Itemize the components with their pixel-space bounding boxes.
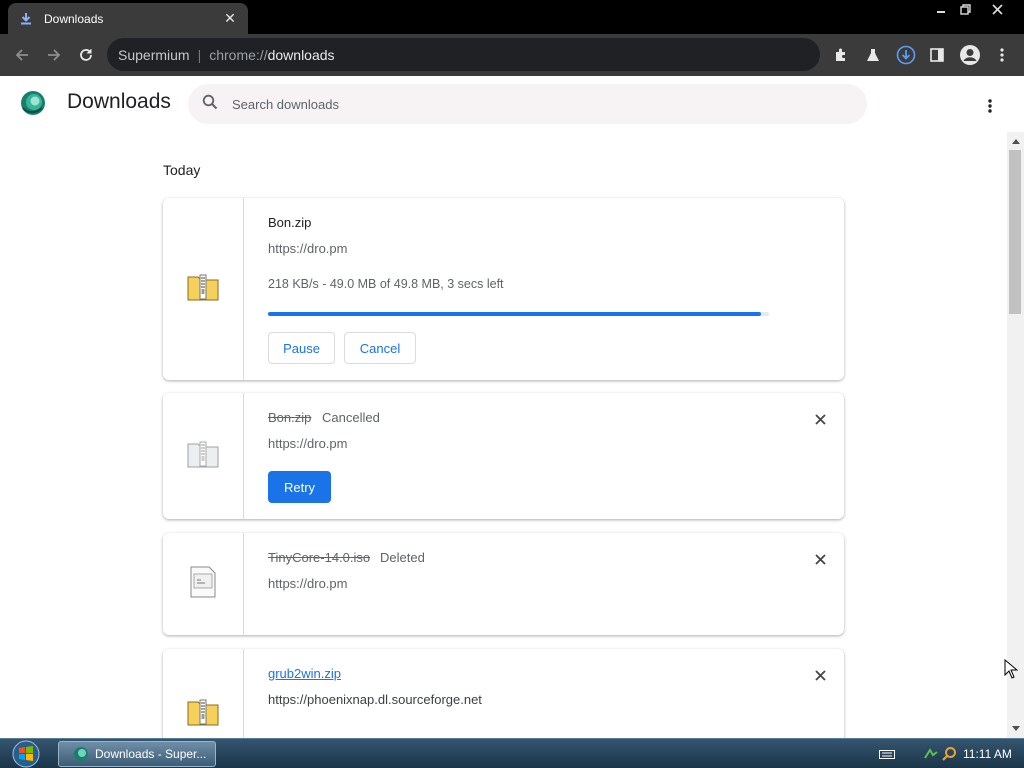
zip-folder-icon	[187, 273, 219, 306]
download-status: Deleted	[380, 550, 425, 565]
page-title: Downloads	[67, 90, 171, 113]
download-item-in-progress: Bon.zip https://dro.pm 218 KB/s - 49.0 M…	[163, 198, 844, 380]
download-item-completed: grub2win.zip https://phoenixnap.dl.sourc…	[163, 649, 844, 738]
title-bar: Downloads ✕	[0, 0, 1024, 34]
taskbar-button-downloads[interactable]: Downloads - Super...	[58, 741, 216, 767]
download-progress-fill	[268, 312, 761, 316]
disc-image-file-icon	[189, 566, 217, 603]
side-panel-icon[interactable]	[921, 34, 953, 76]
file-icon-column	[163, 533, 244, 635]
restore-button[interactable]	[950, 0, 980, 18]
download-source-url[interactable]: https://phoenixnap.dl.sourceforge.net	[268, 692, 482, 707]
remove-item-close-icon[interactable]	[810, 409, 830, 429]
download-item-cancelled: Bon.zip Cancelled https://dro.pm Retry	[163, 393, 844, 519]
screen: Downloads ✕ Supermium | chrome:// downlo…	[0, 0, 1024, 768]
page-header: Downloads	[0, 76, 1024, 132]
download-icon	[18, 11, 34, 27]
scrollbar-thumb[interactable]	[1009, 150, 1021, 314]
scroll-down-arrow-icon[interactable]	[1007, 721, 1024, 735]
cancel-button[interactable]: Cancel	[344, 332, 416, 364]
download-status: Cancelled	[322, 410, 380, 425]
browser-logo-icon	[20, 90, 46, 116]
search-icon	[202, 94, 218, 115]
retry-button[interactable]: Retry	[268, 471, 331, 503]
labs-flask-icon[interactable]	[857, 34, 889, 76]
download-item-deleted: TinyCore-14.0.iso Deleted https://dro.pm	[163, 533, 844, 635]
scroll-up-arrow-icon[interactable]	[1007, 134, 1024, 148]
tab-downloads[interactable]: Downloads ✕	[8, 3, 248, 34]
profile-avatar-icon[interactable]	[954, 34, 986, 76]
search-tray-icon[interactable]	[940, 745, 958, 763]
taskbar: Downloads - Super... 11:11 AM	[0, 738, 1024, 768]
address-bar[interactable]: Supermium | chrome://downloads	[107, 38, 820, 71]
file-icon-column	[163, 198, 244, 380]
tab-close-icon[interactable]: ✕	[222, 10, 238, 27]
download-filename-link[interactable]: grub2win.zip	[268, 666, 341, 681]
zip-file-icon	[187, 440, 219, 473]
zip-folder-icon	[187, 698, 219, 731]
date-section-label: Today	[163, 162, 201, 178]
remove-item-close-icon[interactable]	[810, 549, 830, 569]
download-source-url[interactable]: https://dro.pm	[268, 576, 347, 591]
download-progress-text: 218 KB/s - 49.0 MB of 49.8 MB, 3 secs le…	[268, 277, 504, 291]
download-filename: Bon.zip	[268, 410, 312, 425]
start-button[interactable]	[8, 740, 44, 768]
omnibox-scheme: chrome://	[209, 46, 268, 63]
download-filename[interactable]: Bon.zip	[268, 215, 311, 230]
download-filename: TinyCore-14.0.iso	[268, 550, 371, 565]
download-progress-bar	[268, 312, 769, 316]
search-input[interactable]	[232, 96, 792, 112]
browser-menu-icon[interactable]	[986, 34, 1018, 76]
omnibox-separator: |	[197, 46, 202, 63]
extensions-icon[interactable]	[825, 34, 857, 76]
pause-button[interactable]: Pause	[268, 332, 335, 364]
close-window-button[interactable]	[982, 0, 1012, 18]
downloads-page: Downloads Today Bon.zip https://dro.pm 2…	[0, 76, 1024, 738]
file-icon-column	[163, 393, 244, 519]
mouse-cursor-icon	[1004, 658, 1019, 684]
remove-item-close-icon[interactable]	[810, 665, 830, 685]
omnibox-path: downloads	[267, 46, 335, 63]
taskbar-clock: 11:11 AM	[963, 747, 1012, 761]
download-source-url[interactable]: https://dro.pm	[268, 436, 347, 451]
downloads-indicator-icon[interactable]	[890, 34, 922, 76]
browser-logo-icon	[74, 747, 88, 761]
search-box[interactable]	[188, 84, 867, 124]
download-source-url[interactable]: https://dro.pm	[268, 241, 347, 256]
more-actions-icon[interactable]	[976, 92, 1004, 120]
tab-title: Downloads	[44, 11, 104, 26]
taskbar-button-label: Downloads - Super...	[95, 747, 207, 761]
keyboard-icon[interactable]	[878, 745, 896, 763]
reload-button[interactable]	[70, 34, 102, 76]
network-icon[interactable]	[922, 745, 940, 763]
forward-button[interactable]	[38, 34, 70, 76]
omnibox-site-name: Supermium	[118, 46, 190, 63]
back-button[interactable]	[6, 34, 38, 76]
file-icon-column	[163, 649, 244, 738]
